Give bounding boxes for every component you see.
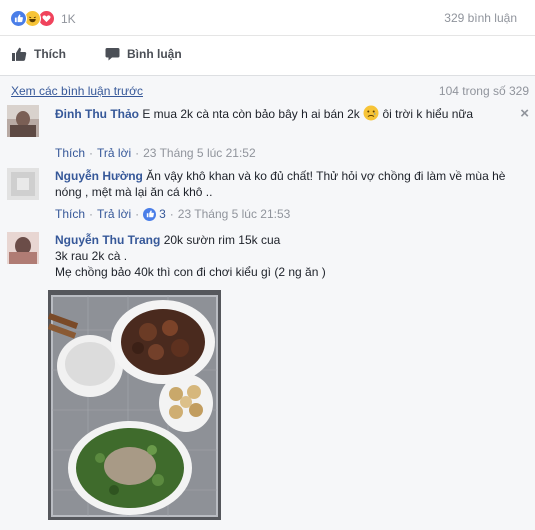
comment-item: Nguyễn Hường Ăn vậy khô khan và ko đủ ch…: [7, 168, 529, 228]
comment-reply-link[interactable]: Trả lời: [97, 146, 131, 160]
action-bar: Thích Bình luận: [0, 36, 535, 76]
reactions-summary[interactable]: 1K: [10, 10, 76, 27]
comment-author[interactable]: Đinh Thu Thảo: [55, 107, 139, 121]
separator-dot: ·: [135, 146, 140, 160]
comment-text-line-1: 20k sườn rim 15k cua: [163, 233, 281, 247]
comment-text-continued: ôi trời k hiểu nữa: [382, 107, 474, 121]
reactions-bar: 1K 329 bình luận: [0, 0, 535, 36]
comment-meta: Thích · Trả lời · 3 · 23 Tháng 5 lúc 21:…: [55, 207, 290, 221]
like-button[interactable]: Thích: [12, 47, 66, 61]
comment-item: Đinh Thu Thảo E mua 2k cà nta còn bảo bâ…: [7, 105, 529, 165]
meal-photo[interactable]: [48, 290, 221, 520]
comment-timestamp[interactable]: 23 Tháng 5 lúc 21:53: [178, 207, 291, 221]
comment-text-line-3: Mẹ chồng bảo 40k thì con đi chơi kiểu gì…: [55, 265, 326, 279]
comment-body: Nguyễn Hường Ăn vậy khô khan và ko đủ ch…: [55, 168, 513, 200]
avatar[interactable]: [7, 105, 39, 137]
like-count-icon[interactable]: [143, 207, 157, 221]
avatar[interactable]: [7, 168, 39, 200]
comments-progress: 104 trong số 329: [438, 84, 529, 98]
separator-dot: ·: [135, 207, 140, 221]
close-icon[interactable]: ×: [520, 105, 529, 122]
comment-like-link[interactable]: Thích: [55, 207, 85, 221]
comment-bubble-icon: [105, 47, 120, 61]
comment-body: Nguyễn Thu Trang 20k sườn rim 15k cua 3k…: [55, 232, 513, 280]
separator-dot: ·: [89, 146, 94, 160]
comment-author[interactable]: Nguyễn Hường: [55, 169, 143, 183]
comment-timestamp[interactable]: 23 Tháng 5 lúc 21:52: [143, 146, 256, 160]
comment-text: E mua 2k cà nta còn bảo bây h ai bán 2k: [142, 107, 360, 121]
comment-button-label: Bình luận: [127, 47, 182, 61]
sad-face-icon: [363, 105, 379, 125]
comment-count[interactable]: 329 bình luận: [444, 11, 517, 25]
reaction-count[interactable]: 1K: [61, 12, 76, 26]
avatar[interactable]: [7, 232, 39, 264]
comment-reply-link[interactable]: Trả lời: [97, 207, 131, 221]
like-button-label: Thích: [34, 47, 66, 61]
comment-author[interactable]: Nguyễn Thu Trang: [55, 233, 160, 247]
comment-text-line-2: 3k rau 2k cà .: [55, 249, 128, 263]
view-previous-comments-link[interactable]: Xem các bình luận trước: [11, 84, 143, 98]
like-reaction-icon: [10, 10, 27, 27]
separator-dot: ·: [89, 207, 94, 221]
comment-meta: Thích · Trả lời · 23 Tháng 5 lúc 21:52: [55, 146, 256, 160]
comment-like-link[interactable]: Thích: [55, 146, 85, 160]
comment-button[interactable]: Bình luận: [105, 47, 182, 61]
comments-header: Xem các bình luận trước 104 trong số 329: [11, 84, 529, 100]
separator-dot: ·: [169, 207, 174, 221]
comment-body: Đinh Thu Thảo E mua 2k cà nta còn bảo bâ…: [55, 105, 513, 125]
comment-like-count[interactable]: 3: [159, 207, 166, 221]
thumbs-up-icon: [12, 47, 27, 61]
